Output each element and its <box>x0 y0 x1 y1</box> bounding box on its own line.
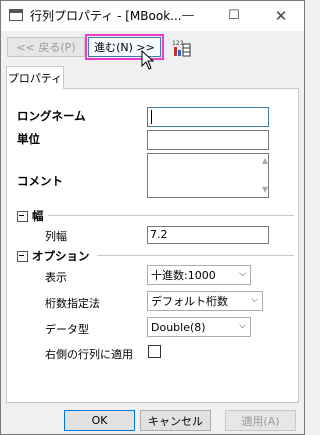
data-type-label: データ型 <box>45 323 89 336</box>
comment-textarea[interactable] <box>147 153 269 198</box>
display-select[interactable]: 十進数:1000 ⌵ <box>147 265 251 285</box>
apply-right-label: 右側の行列に適用 <box>45 348 133 361</box>
text-caret <box>151 110 152 124</box>
digits-select-value: デフォルト桁数 <box>151 295 228 308</box>
chevron-down-icon: ⌵ <box>239 321 246 331</box>
data-type-select[interactable]: Double(8) ⌵ <box>147 317 251 337</box>
app-window-icon <box>9 9 23 21</box>
width-section-header[interactable]: 幅 <box>17 208 44 224</box>
close-button[interactable]: ✕ <box>258 1 304 30</box>
cancel-button[interactable]: キャンセル <box>140 410 211 431</box>
digits-select[interactable]: デフォルト桁数 ⌵ <box>147 291 263 311</box>
options-section-header[interactable]: オプション <box>17 248 90 264</box>
back-button[interactable]: << 戻る(P) <box>7 37 85 57</box>
apply-right-checkbox[interactable] <box>148 345 161 358</box>
column-width-label: 列幅 <box>45 230 67 243</box>
maximize-button[interactable]: ☐ <box>211 1 257 30</box>
collapse-icon[interactable] <box>17 250 28 262</box>
unit-label: 単位 <box>17 132 40 146</box>
width-section-title: 幅 <box>32 209 44 223</box>
window-title: 行列プロパティ - [MBook... <box>30 9 182 23</box>
numeric-icon-text: 123 <box>172 40 184 47</box>
chevron-down-icon: ⌵ <box>239 269 246 279</box>
tab-properties[interactable]: プロパティ <box>6 66 64 89</box>
collapse-icon[interactable] <box>17 210 28 222</box>
scroll-up-icon[interactable]: ▲ <box>262 156 268 165</box>
section-divider <box>48 215 294 216</box>
long-name-input[interactable] <box>147 107 269 127</box>
apply-button[interactable]: 適用(A) <box>225 410 296 431</box>
scroll-down-icon[interactable]: ▼ <box>262 185 268 194</box>
data-type-select-value: Double(8) <box>151 320 206 334</box>
display-select-value: 十進数:1000 <box>151 269 216 282</box>
digits-label: 桁数指定法 <box>45 297 100 310</box>
display-label: 表示 <box>45 271 67 284</box>
minimize-button[interactable]: — <box>165 1 211 30</box>
ok-button[interactable]: OK <box>64 410 135 431</box>
options-section-title: オプション <box>32 249 90 263</box>
column-width-input[interactable]: 7.2 <box>147 226 269 244</box>
comment-label: コメント <box>17 174 63 188</box>
long-name-label: ロングネーム <box>17 109 86 123</box>
section-divider <box>97 255 294 256</box>
mouse-cursor-icon <box>141 49 157 72</box>
chevron-down-icon: ⌵ <box>251 295 258 305</box>
unit-input[interactable] <box>147 130 269 150</box>
numeric-format-icon[interactable]: 123 <box>172 38 192 58</box>
